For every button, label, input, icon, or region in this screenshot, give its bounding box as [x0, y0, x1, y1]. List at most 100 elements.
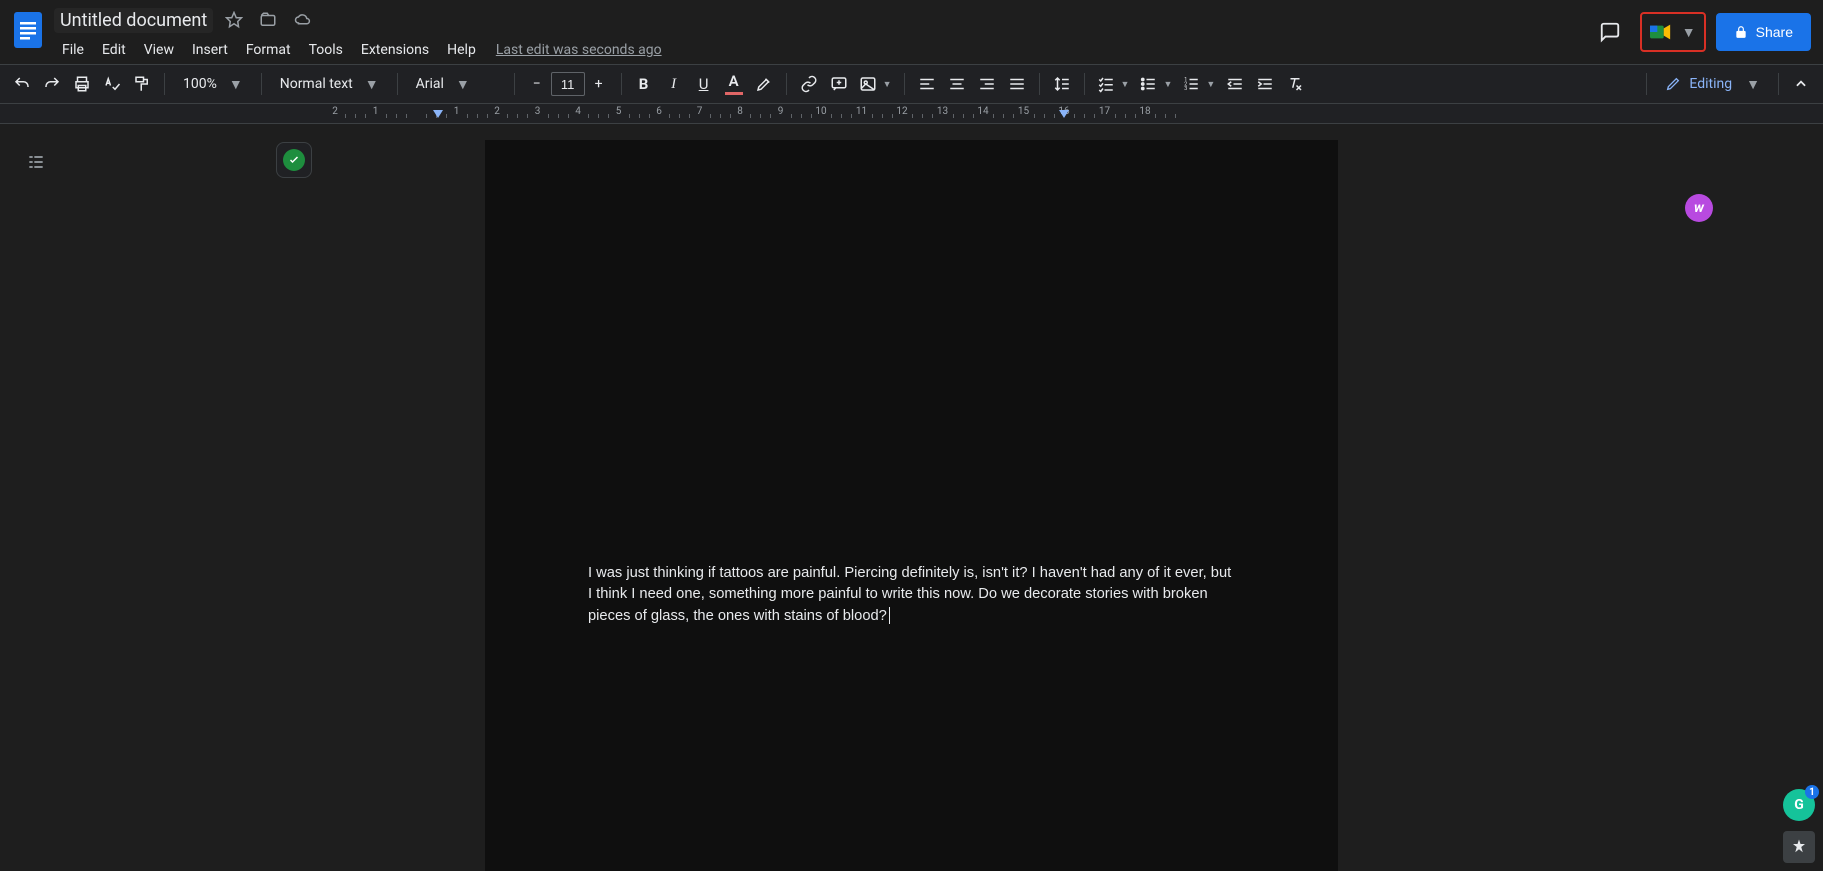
document-title[interactable]: Untitled document [54, 8, 213, 33]
chevron-down-icon: ▼ [1746, 76, 1760, 93]
ruler-label: 6 [656, 106, 662, 117]
paint-format-icon[interactable] [128, 70, 156, 98]
menu-insert[interactable]: Insert [184, 38, 236, 62]
separator [621, 73, 622, 95]
font-select[interactable]: Arial▼ [406, 70, 506, 98]
ruler-label: 5 [616, 106, 622, 117]
insert-comment-icon[interactable] [825, 70, 853, 98]
bold-icon[interactable]: B [630, 70, 658, 98]
star-icon[interactable] [221, 7, 247, 33]
explore-icon[interactable] [1783, 831, 1815, 863]
check-icon [283, 149, 305, 171]
align-left-icon[interactable] [913, 70, 941, 98]
highlight-icon[interactable] [750, 70, 778, 98]
spelling-ok-badge[interactable] [276, 142, 312, 178]
ruler[interactable]: 21123456789101112131415161718 [0, 104, 1823, 124]
indent-marker-left[interactable] [433, 110, 443, 118]
chevron-down-icon: ▼ [229, 76, 243, 93]
insert-image-icon[interactable]: ▼ [855, 70, 896, 98]
menu-format[interactable]: Format [238, 38, 299, 62]
separator [397, 73, 398, 95]
font-size-decrease[interactable]: − [523, 70, 551, 98]
toolbar: 100%▼ Normal text▼ Arial▼ − + B I U A ▼ … [0, 64, 1823, 104]
menu-extensions[interactable]: Extensions [353, 38, 437, 62]
menu-help[interactable]: Help [439, 38, 484, 62]
chevron-down-icon: ▼ [1163, 79, 1172, 90]
separator [514, 73, 515, 95]
italic-icon[interactable]: I [660, 70, 688, 98]
last-edit-link[interactable]: Last edit was seconds ago [496, 42, 662, 58]
ruler-label: 1 [373, 106, 379, 117]
chevron-down-icon: ▼ [1121, 79, 1130, 90]
header: Untitled document File Edit View Insert … [0, 0, 1823, 64]
document-body[interactable]: I was just thinking if tattoos are painf… [588, 563, 1235, 627]
checklist-icon[interactable]: ▼ [1093, 70, 1134, 98]
addon-badge[interactable]: w [1685, 194, 1713, 222]
line-spacing-icon[interactable] [1048, 70, 1076, 98]
print-icon[interactable] [68, 70, 96, 98]
ruler-label: 18 [1139, 106, 1150, 117]
move-icon[interactable] [255, 7, 281, 33]
ruler-label: 3 [535, 106, 541, 117]
ruler-label: 17 [1099, 106, 1110, 117]
comments-history-icon[interactable] [1590, 12, 1630, 52]
separator [1646, 73, 1647, 95]
menu-view[interactable]: View [136, 38, 182, 62]
ruler-label: 1 [454, 106, 460, 117]
document-outline-icon[interactable] [18, 144, 54, 180]
numbered-list-icon[interactable]: 123▼ [1178, 70, 1219, 98]
share-button[interactable]: Share [1716, 13, 1811, 51]
clear-formatting-icon[interactable] [1281, 70, 1309, 98]
separator [1778, 73, 1779, 95]
zoom-value: 100% [183, 76, 217, 92]
header-right: ▼ Share [1590, 12, 1811, 52]
share-label: Share [1756, 24, 1793, 40]
editing-label: Editing [1689, 76, 1732, 92]
separator [786, 73, 787, 95]
font-size-input[interactable] [551, 72, 585, 96]
chevron-down-icon: ▼ [883, 79, 892, 90]
align-center-icon[interactable] [943, 70, 971, 98]
font-value: Arial [416, 76, 444, 92]
indent-decrease-icon[interactable] [1221, 70, 1249, 98]
zoom-select[interactable]: 100% ▼ [173, 70, 253, 98]
title-area: Untitled document File Edit View Insert … [54, 6, 662, 64]
style-value: Normal text [280, 76, 353, 92]
hide-menus-icon[interactable] [1787, 70, 1815, 98]
bulleted-list-icon[interactable]: ▼ [1135, 70, 1176, 98]
paragraph-style-select[interactable]: Normal text▼ [270, 70, 389, 98]
separator [1084, 73, 1085, 95]
cloud-status-icon[interactable] [289, 7, 317, 33]
text-color-icon[interactable]: A [720, 70, 748, 98]
underline-icon[interactable]: U [690, 70, 718, 98]
ruler-label: 15 [1018, 106, 1029, 117]
align-justify-icon[interactable] [1003, 70, 1031, 98]
menu-file[interactable]: File [54, 38, 92, 62]
document-page[interactable]: I was just thinking if tattoos are painf… [485, 140, 1338, 871]
align-right-icon[interactable] [973, 70, 1001, 98]
ruler-label: 7 [697, 106, 703, 117]
grammarly-count-badge: 1 [1805, 785, 1819, 799]
menu-tools[interactable]: Tools [301, 38, 351, 62]
redo-icon[interactable] [38, 70, 66, 98]
ruler-label: 11 [856, 106, 867, 117]
meet-button[interactable]: ▼ [1640, 12, 1706, 52]
indent-marker-right[interactable] [1059, 110, 1069, 118]
font-size-increase[interactable]: + [585, 70, 613, 98]
undo-icon[interactable] [8, 70, 36, 98]
ruler-label: 4 [575, 106, 581, 117]
separator [261, 73, 262, 95]
font-size-group: − + [523, 70, 613, 98]
workspace: I was just thinking if tattoos are painf… [0, 124, 1823, 871]
menubar: File Edit View Insert Format Tools Exten… [54, 36, 662, 64]
editing-mode-select[interactable]: Editing ▼ [1655, 69, 1770, 99]
floating-controls: G 1 [1783, 789, 1815, 863]
grammarly-icon[interactable]: G 1 [1783, 789, 1815, 821]
insert-link-icon[interactable] [795, 70, 823, 98]
indent-increase-icon[interactable] [1251, 70, 1279, 98]
ruler-label: 13 [937, 106, 948, 117]
docs-logo-icon[interactable] [8, 10, 48, 50]
menu-edit[interactable]: Edit [94, 38, 134, 62]
chevron-down-icon: ▼ [1206, 79, 1215, 90]
spellcheck-icon[interactable] [98, 70, 126, 98]
